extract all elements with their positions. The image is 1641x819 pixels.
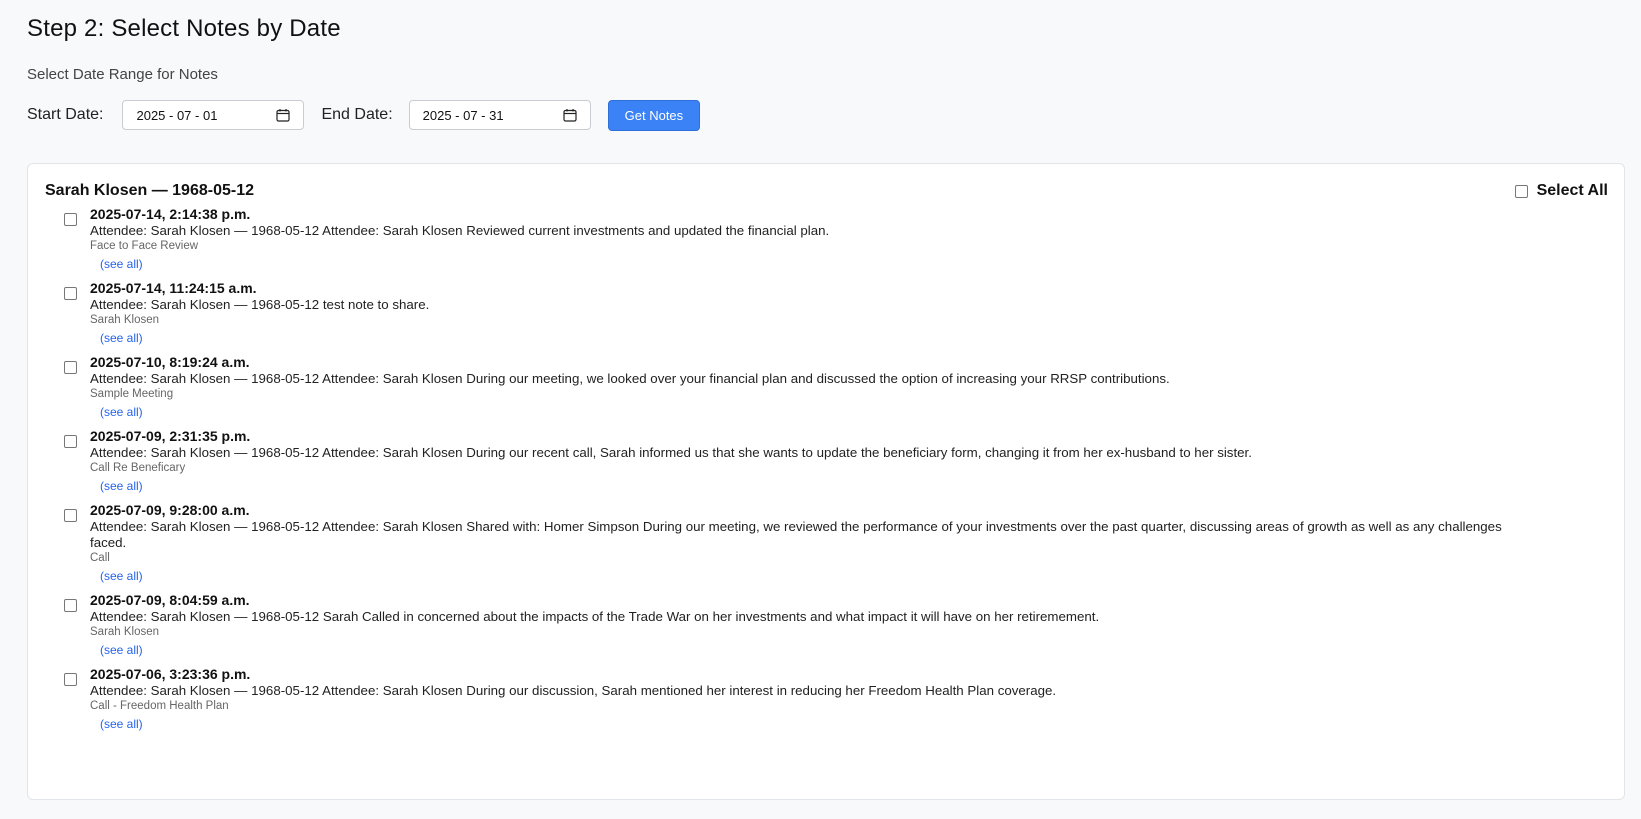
end-date-value: 2025 - 07 - 31 (422, 107, 504, 123)
note-timestamp: 2025-07-09, 2:31:35 p.m. (90, 428, 251, 444)
page: Step 2: Select Notes by Date Select Date… (0, 0, 1641, 800)
note-text: Attendee: Sarah Klosen — 1968-05-12 Atte… (90, 223, 830, 238)
note-item: 2025-07-09, 8:04:59 a.m. Attendee: Sarah… (45, 592, 1608, 658)
select-all-control[interactable]: Select All (1514, 182, 1608, 200)
note-body: 2025-07-10, 8:19:24 a.m. Attendee: Sarah… (90, 354, 1540, 420)
note-checkbox[interactable] (64, 673, 77, 686)
note-subject: Sarah Klosen (90, 626, 160, 638)
see-all-link[interactable]: (see all) (90, 256, 1540, 272)
note-checkbox[interactable] (64, 213, 77, 226)
note-item: 2025-07-14, 11:24:15 a.m. Attendee: Sara… (45, 280, 1608, 346)
note-subject: Call Re Beneficary (90, 462, 186, 474)
see-all-link[interactable]: (see all) (90, 568, 1540, 584)
note-body: 2025-07-14, 11:24:15 a.m. Attendee: Sara… (90, 280, 1540, 346)
notes-list: 2025-07-14, 2:14:38 p.m. Attendee: Sarah… (45, 206, 1608, 732)
note-subject: Call (90, 552, 110, 564)
note-item: 2025-07-09, 9:28:00 a.m. Attendee: Sarah… (45, 502, 1608, 584)
note-checkbox[interactable] (64, 361, 77, 374)
see-all-link[interactable]: (see all) (90, 642, 1540, 658)
note-subject: Face to Face Review (90, 240, 199, 252)
note-item: 2025-07-10, 8:19:24 a.m. Attendee: Sarah… (45, 354, 1608, 420)
page-title: Step 2: Select Notes by Date (27, 15, 341, 42)
note-text: Attendee: Sarah Klosen — 1968-05-12 Atte… (90, 445, 1252, 460)
note-text: Attendee: Sarah Klosen — 1968-05-12 Atte… (90, 683, 1057, 698)
client-notes-card: Sarah Klosen — 1968-05-12 Select All 202… (27, 163, 1625, 800)
note-text: Attendee: Sarah Klosen — 1968-05-12 Atte… (90, 371, 1170, 386)
calendar-icon[interactable] (563, 108, 577, 122)
see-all-link[interactable]: (see all) (90, 330, 1540, 346)
note-timestamp: 2025-07-06, 3:23:36 p.m. (90, 666, 251, 682)
note-text: Attendee: Sarah Klosen — 1968-05-12 Sara… (90, 609, 1100, 624)
note-timestamp: 2025-07-09, 8:04:59 a.m. (90, 592, 250, 608)
see-all-link[interactable]: (see all) (90, 716, 1540, 732)
date-range-controls: Start Date: 2025 - 07 - 01 End Date: 202… (27, 99, 1614, 131)
end-date-label: End Date: (321, 106, 393, 123)
card-header: Sarah Klosen — 1968-05-12 Select All (45, 181, 1608, 201)
note-timestamp: 2025-07-10, 8:19:24 a.m. (90, 354, 250, 370)
select-all-checkbox[interactable] (1514, 184, 1528, 198)
calendar-icon[interactable] (276, 108, 291, 122)
note-item: 2025-07-09, 2:31:35 p.m. Attendee: Sarah… (45, 428, 1608, 494)
see-all-link[interactable]: (see all) (90, 404, 1540, 420)
note-checkbox[interactable] (64, 287, 77, 300)
note-timestamp: 2025-07-14, 11:24:15 a.m. (90, 280, 257, 296)
note-timestamp: 2025-07-09, 9:28:00 a.m. (90, 502, 250, 518)
end-date-input[interactable]: 2025 - 07 - 31 (408, 100, 591, 130)
note-body: 2025-07-09, 9:28:00 a.m. Attendee: Sarah… (90, 502, 1540, 584)
start-date-input[interactable]: 2025 - 07 - 01 (122, 100, 305, 130)
note-body: 2025-07-09, 2:31:35 p.m. Attendee: Sarah… (90, 428, 1540, 494)
note-text: Attendee: Sarah Klosen — 1968-05-12 test… (90, 297, 430, 312)
note-text: Attendee: Sarah Klosen — 1968-05-12 Atte… (90, 519, 1502, 550)
start-date-value: 2025 - 07 - 01 (136, 107, 218, 123)
note-body: 2025-07-06, 3:23:36 p.m. Attendee: Sarah… (90, 666, 1540, 732)
note-subject: Sarah Klosen (90, 314, 160, 326)
page-subtitle: Select Date Range for Notes (27, 66, 218, 83)
note-checkbox[interactable] (64, 509, 77, 522)
note-item: 2025-07-14, 2:14:38 p.m. Attendee: Sarah… (45, 206, 1608, 272)
note-timestamp: 2025-07-14, 2:14:38 p.m. (90, 206, 251, 222)
note-checkbox[interactable] (64, 435, 77, 448)
note-body: 2025-07-09, 8:04:59 a.m. Attendee: Sarah… (90, 592, 1540, 658)
select-all-label: Select All (1536, 182, 1608, 199)
note-body: 2025-07-14, 2:14:38 p.m. Attendee: Sarah… (90, 206, 1540, 272)
note-item: 2025-07-06, 3:23:36 p.m. Attendee: Sarah… (45, 666, 1608, 732)
get-notes-button[interactable]: Get Notes (607, 99, 701, 131)
client-name: Sarah Klosen — 1968-05-12 (45, 182, 254, 199)
note-subject: Sample Meeting (90, 388, 174, 400)
see-all-link[interactable]: (see all) (90, 478, 1540, 494)
start-date-label: Start Date: (27, 106, 104, 123)
note-checkbox[interactable] (64, 599, 77, 612)
note-subject: Call - Freedom Health Plan (90, 700, 229, 712)
